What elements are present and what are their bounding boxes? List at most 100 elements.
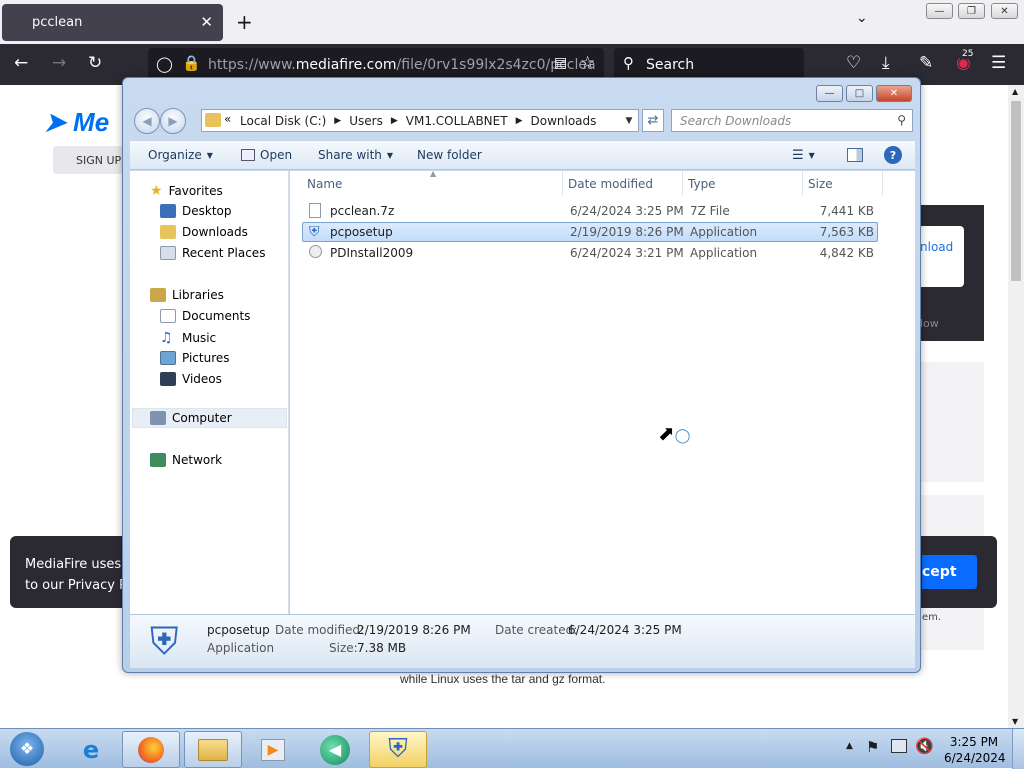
shield-setup-icon: ⛨ (388, 734, 408, 764)
download-icon[interactable]: ⤓ (882, 53, 890, 73)
taskbar-media-player[interactable]: ▶ (244, 731, 302, 768)
mediafire-logo[interactable]: ➤ Me (44, 107, 109, 138)
new-tab-button[interactable]: + (236, 10, 253, 34)
tab-list-chevron-icon[interactable]: ⌄ (856, 10, 868, 26)
nav-downloads[interactable]: Downloads (160, 225, 248, 239)
computer-icon (150, 411, 166, 425)
firefox-icon (138, 736, 164, 763)
file-row[interactable]: pcclean.7z 6/24/2024 3:25 PM 7Z File 7,4… (302, 201, 878, 221)
action-center-flag-icon[interactable]: ⚑ (866, 738, 879, 756)
column-name[interactable]: Name (307, 177, 342, 191)
taskbar-pcposetup[interactable]: ⛨ (369, 731, 427, 768)
refresh-icon[interactable]: ⇄ (642, 109, 664, 132)
back-button[interactable]: ◀ (134, 108, 160, 134)
breadcrumb-item[interactable]: Users (349, 114, 383, 128)
open-button[interactable]: Open (241, 148, 292, 162)
system-clock[interactable]: 3:25 PM 6/24/2024 (944, 734, 1006, 766)
nav-videos[interactable]: Videos (160, 372, 222, 386)
show-desktop-button[interactable] (1012, 729, 1024, 769)
lock-icon[interactable]: 🔒 (182, 54, 201, 72)
breadcrumb-item[interactable]: Local Disk (C:) (240, 114, 326, 128)
organize-button[interactable]: Organize ▼ (148, 148, 213, 162)
busy-cursor-icon: ⬈◯ (658, 421, 691, 445)
nav-favorites[interactable]: ★ Favorites (150, 183, 223, 199)
new-folder-button[interactable]: New folder (417, 148, 482, 162)
nav-libraries[interactable]: Libraries (150, 288, 224, 302)
taskbar-app[interactable]: ◀ (306, 731, 364, 768)
nav-music[interactable]: ♫ Music (160, 330, 216, 346)
browser-restore-button[interactable]: ❐ (958, 3, 985, 19)
reload-icon[interactable]: ↻ (88, 53, 102, 73)
reader-view-icon[interactable]: ▤ (554, 55, 567, 71)
help-button[interactable]: ? (884, 146, 902, 164)
extensions-icon[interactable]: ✎ (919, 53, 933, 73)
search-icon[interactable]: ⚲ (897, 113, 906, 127)
tab-close-icon[interactable]: ✕ (200, 13, 213, 31)
nav-desktop[interactable]: Desktop (160, 204, 232, 218)
download-button[interactable]: nload (920, 226, 964, 287)
navigation-pane: ★ Favorites Desktop Downloads Recent Plac… (130, 171, 289, 614)
volume-muted-icon[interactable]: 🔇 (915, 737, 934, 755)
page-scrollbar[interactable]: ▲ ▼ (1008, 85, 1024, 728)
explorer-search-input[interactable]: Search Downloads ⚲ (671, 109, 913, 132)
chevron-down-icon: ▼ (808, 151, 815, 160)
browser-tab[interactable]: pcclean ✕ (2, 4, 223, 41)
back-arrow-icon[interactable]: ← (14, 53, 28, 73)
nav-documents[interactable]: Documents (160, 309, 250, 323)
pictures-icon (160, 351, 176, 365)
nav-network[interactable]: Network (150, 453, 222, 467)
shield-app-large-icon: ⛨ (150, 619, 179, 663)
page-paragraph: while Linux uses the tar and gz format. (400, 672, 606, 686)
column-date-modified[interactable]: Date modified (568, 177, 653, 191)
explorer-close-button[interactable]: ✕ (876, 85, 912, 102)
breadcrumb-item[interactable]: Downloads (530, 114, 596, 128)
nav-pictures[interactable]: Pictures (160, 351, 230, 365)
nav-recent-places[interactable]: Recent Places (160, 246, 265, 260)
breadcrumb-arrow-icon[interactable]: ▶ (391, 116, 398, 126)
open-icon (241, 149, 255, 161)
forward-button[interactable]: ▶ (160, 108, 186, 134)
accept-cookies-button[interactable]: cept (922, 555, 977, 589)
forward-arrow-icon[interactable]: → (52, 53, 66, 73)
views-button[interactable]: ☰ ▼ (792, 148, 815, 163)
address-dropdown-icon[interactable]: ▼ (619, 109, 639, 132)
browser-close-button[interactable]: ✕ (991, 3, 1018, 19)
taskbar-ie[interactable]: e (62, 731, 120, 768)
taskbar-firefox[interactable] (122, 731, 180, 768)
menu-hamburger-icon[interactable]: ☰ (991, 53, 1006, 73)
recent-places-icon (160, 246, 176, 260)
breadcrumb-arrow-icon[interactable]: ▶ (516, 116, 523, 126)
downloads-folder-icon (160, 225, 176, 239)
search-icon: ⚲ (623, 54, 634, 72)
clock-time: 3:25 PM (949, 735, 999, 749)
tray-expand-icon[interactable]: ▲ (846, 741, 853, 751)
explorer-folder-icon (198, 738, 228, 761)
pocket-icon[interactable]: ♡ (846, 53, 861, 73)
network-tray-icon[interactable] (891, 739, 907, 753)
column-type[interactable]: Type (688, 177, 716, 191)
share-with-button[interactable]: Share with ▼ (318, 148, 393, 162)
column-size[interactable]: Size (808, 177, 833, 191)
details-size: 7.38 MB (357, 641, 407, 655)
desktop-icon (160, 204, 176, 218)
start-button[interactable]: ❖ (2, 730, 52, 767)
shield-icon[interactable]: ◯ (156, 55, 173, 73)
explorer-maximize-button[interactable]: □ (846, 85, 873, 102)
preview-pane-button[interactable] (847, 148, 863, 162)
file-row[interactable]: PDInstall2009 6/24/2024 3:21 PM Applicat… (302, 243, 878, 263)
internet-explorer-icon: e (82, 735, 100, 764)
browser-minimize-button[interactable]: — (926, 3, 953, 19)
file-row-selected[interactable]: ⛨ pcposetup 2/19/2019 8:26 PM Applicatio… (302, 222, 878, 242)
taskbar-explorer[interactable] (184, 731, 242, 768)
nav-computer[interactable]: Computer (150, 411, 232, 425)
explorer-minimize-button[interactable]: — (816, 85, 843, 102)
scrollbar-thumb[interactable] (1011, 101, 1021, 281)
breadcrumb-overflow-icon[interactable]: « (224, 112, 231, 126)
addon-badge: 25 (960, 49, 976, 59)
breadcrumb-arrow-icon[interactable]: ▶ (334, 116, 341, 126)
breadcrumb-item[interactable]: VM1.COLLABNET (406, 114, 508, 128)
address-bar[interactable]: « Local Disk (C:) ▶ Users ▶ VM1.COLLABNET ▶… (201, 109, 639, 132)
bookmark-star-icon[interactable]: ☆ (580, 53, 595, 73)
details-date-created-label: Date created: (495, 623, 578, 637)
details-pane: ⛨ pcposetup Application Date modified: 2… (130, 614, 915, 668)
